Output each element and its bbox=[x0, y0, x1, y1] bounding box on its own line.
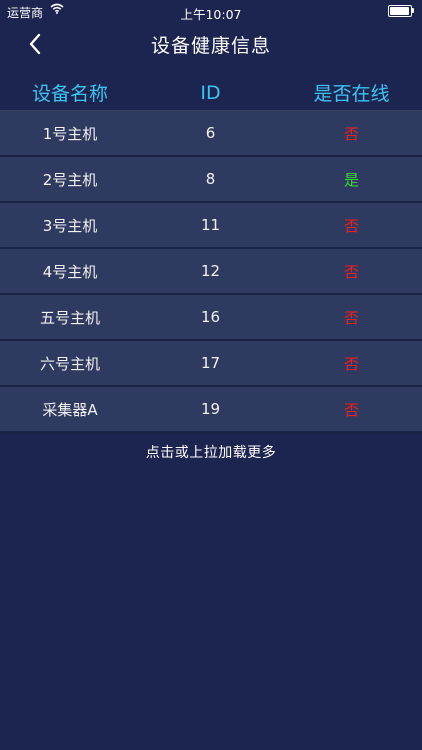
device-id: 12 bbox=[200, 262, 221, 280]
device-name: 1号主机 bbox=[42, 124, 98, 143]
table-header: 设备名称 ID 是否在线 bbox=[0, 75, 422, 111]
status-bar: 运营商 上午10:07 bbox=[0, 0, 422, 22]
table-row[interactable]: 六号主机 17 否 bbox=[0, 341, 422, 387]
device-name: 2号主机 bbox=[42, 170, 98, 189]
header-id: ID bbox=[200, 81, 221, 104]
device-id: 11 bbox=[200, 216, 221, 234]
device-id: 8 bbox=[205, 170, 216, 188]
table-row[interactable]: 1号主机 6 否 bbox=[0, 111, 422, 157]
table-row[interactable]: 3号主机 11 否 bbox=[0, 203, 422, 249]
device-name: 4号主机 bbox=[42, 262, 98, 281]
device-table: 设备名称 ID 是否在线 1号主机 6 否 2号主机 8 是 3号主机 11 否… bbox=[0, 75, 422, 433]
device-id: 16 bbox=[200, 308, 221, 326]
device-id: 17 bbox=[200, 354, 221, 372]
online-status: 是 bbox=[343, 170, 359, 189]
online-status: 否 bbox=[343, 354, 359, 373]
device-name: 3号主机 bbox=[42, 216, 98, 235]
clock: 上午10:07 bbox=[180, 7, 242, 22]
header-online: 是否在线 bbox=[313, 83, 390, 105]
online-status: 否 bbox=[343, 216, 359, 235]
table-row[interactable]: 4号主机 12 否 bbox=[0, 249, 422, 295]
device-name: 六号主机 bbox=[39, 354, 100, 373]
page-title: 设备健康信息 bbox=[150, 35, 271, 57]
nav-bar: 设备健康信息 bbox=[0, 22, 422, 66]
online-status: 否 bbox=[343, 308, 359, 327]
online-status: 否 bbox=[343, 400, 359, 419]
device-name: 五号主机 bbox=[39, 308, 100, 327]
table-row[interactable]: 五号主机 16 否 bbox=[0, 295, 422, 341]
battery-icon bbox=[388, 5, 414, 17]
header-device-name: 设备名称 bbox=[31, 83, 108, 105]
table-row[interactable]: 2号主机 8 是 bbox=[0, 157, 422, 203]
device-id: 6 bbox=[205, 124, 216, 142]
online-status: 否 bbox=[343, 124, 359, 143]
load-more-button[interactable]: 点击或上拉加载更多 bbox=[0, 442, 422, 462]
device-id: 19 bbox=[200, 400, 221, 418]
online-status: 否 bbox=[343, 262, 359, 281]
device-name: 采集器A bbox=[42, 400, 98, 419]
table-row[interactable]: 采集器A 19 否 bbox=[0, 387, 422, 433]
